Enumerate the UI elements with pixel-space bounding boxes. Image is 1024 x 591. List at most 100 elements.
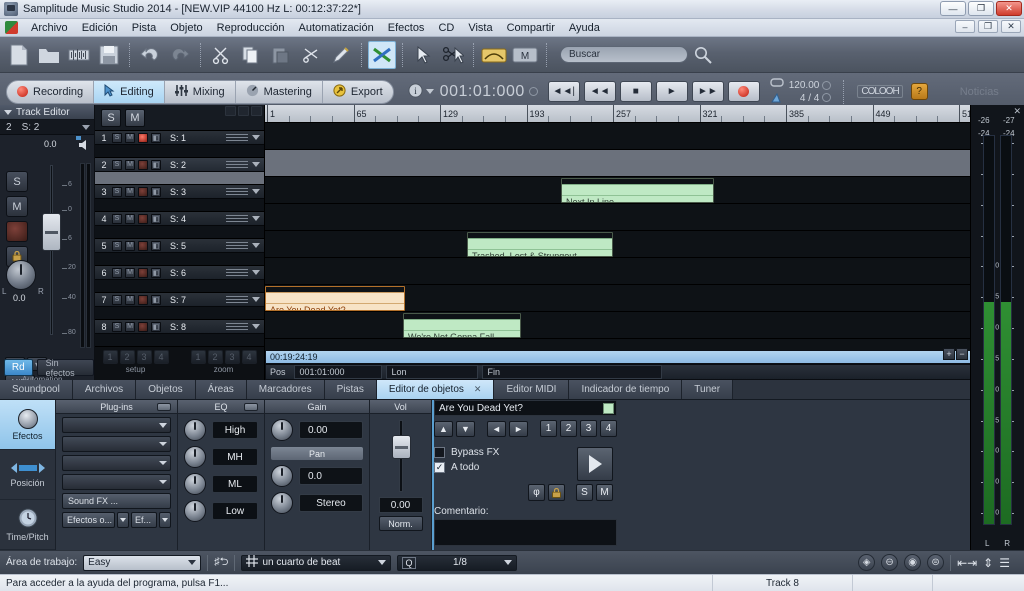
- tab-editor-de-objetos[interactable]: Editor de objetos ✕: [376, 380, 495, 399]
- sound-fx-button[interactable]: Sound FX ...: [62, 493, 171, 509]
- scissors-pointer-icon[interactable]: [439, 41, 467, 69]
- tab-marcadores[interactable]: Marcadores: [246, 380, 325, 399]
- track-volume-handle[interactable]: [226, 296, 248, 304]
- snap-icon[interactable]: ♯⮌: [214, 553, 228, 572]
- track-name[interactable]: S: 4: [170, 214, 186, 224]
- signature-stepper-icon[interactable]: [822, 93, 832, 102]
- menu-item-pista[interactable]: Pista: [125, 21, 163, 35]
- info-icon[interactable]: i: [408, 82, 423, 101]
- track-monitor-toggle[interactable]: ◧: [151, 213, 161, 224]
- track-solo-toggle[interactable]: S: [112, 321, 122, 332]
- mode-export[interactable]: Export: [323, 81, 393, 103]
- pan-knob[interactable]: [6, 260, 36, 290]
- track-monitor-toggle[interactable]: ◧: [151, 132, 161, 143]
- apply-all-checkbox[interactable]: ✓: [434, 462, 445, 473]
- vol-value[interactable]: 0.00: [378, 497, 423, 513]
- paste-icon[interactable]: [267, 41, 295, 69]
- transport-position[interactable]: 001:01:000: [440, 83, 525, 101]
- track-volume-handle[interactable]: [226, 134, 248, 142]
- copy-icon[interactable]: [237, 41, 265, 69]
- tab-soundpool[interactable]: Soundpool: [0, 380, 73, 399]
- track-volume-handle[interactable]: [226, 242, 248, 250]
- menu-item-automatizacion[interactable]: Automatización: [292, 21, 381, 35]
- object-slot-2[interactable]: 2: [560, 420, 577, 437]
- track-record-toggle[interactable]: [138, 267, 148, 278]
- sidebar-item-posicion[interactable]: Posición: [0, 450, 55, 500]
- track-mute-toggle[interactable]: M: [125, 294, 135, 305]
- track-volume-handle[interactable]: [226, 215, 248, 223]
- eq-mh-knob[interactable]: [184, 446, 206, 468]
- position-stepper-icon[interactable]: [528, 87, 538, 96]
- mode-recording[interactable]: Recording: [7, 80, 95, 103]
- track-record-toggle[interactable]: [138, 321, 148, 332]
- chevron-down-icon[interactable]: [252, 324, 260, 329]
- track-header-row[interactable]: 8 S M ◧ S: 8: [95, 320, 264, 347]
- mute-button[interactable]: M: [6, 196, 28, 217]
- track-record-toggle[interactable]: [138, 240, 148, 251]
- track-lane[interactable]: Next In Line: [265, 177, 1024, 204]
- news-label[interactable]: Noticias: [960, 86, 999, 98]
- plugin-slot-3[interactable]: [62, 455, 171, 471]
- mute-speaker-icon[interactable]: [78, 138, 90, 152]
- setup-button-4[interactable]: 4: [153, 349, 169, 364]
- timeline-ruler[interactable]: 165129193257321385449513: [265, 105, 1024, 123]
- open-folder-icon[interactable]: [35, 41, 63, 69]
- phase-icon[interactable]: φ: [528, 484, 545, 501]
- zoom-sel-icon[interactable]: ⊜: [927, 554, 945, 571]
- doc-minimize-button[interactable]: –: [955, 20, 975, 33]
- preset-combo-2[interactable]: Ef...: [131, 512, 157, 528]
- comment-field[interactable]: [434, 519, 617, 546]
- chevron-down-icon[interactable]: [4, 109, 12, 115]
- track-record-toggle[interactable]: [138, 132, 148, 143]
- stereo-knob[interactable]: [271, 492, 293, 514]
- track-name[interactable]: S: 6: [170, 268, 186, 278]
- gain-knob[interactable]: [271, 419, 293, 441]
- track-solo-toggle[interactable]: S: [112, 267, 122, 278]
- track-gain-value[interactable]: 0.0: [44, 139, 57, 149]
- track-lane[interactable]: [265, 258, 1024, 285]
- sidebar-item-efectos[interactable]: Efectos: [0, 400, 55, 450]
- solo-all-button[interactable]: S: [101, 108, 121, 127]
- eq-high-knob[interactable]: [184, 419, 206, 441]
- track-mute-toggle[interactable]: M: [125, 240, 135, 251]
- chevron-down-icon[interactable]: [425, 89, 434, 94]
- vol-fader-handle[interactable]: [391, 435, 411, 459]
- track-record-toggle[interactable]: [138, 213, 148, 224]
- plugin-slot-1[interactable]: [62, 417, 171, 433]
- undo-icon[interactable]: [136, 41, 164, 69]
- eq-power-switch[interactable]: [244, 402, 258, 411]
- record-button[interactable]: [727, 81, 760, 102]
- track-header-row[interactable]: 7 S M ◧ S: 7: [95, 293, 264, 320]
- tab-archivos[interactable]: Archivos: [72, 380, 137, 399]
- pan-value[interactable]: 0.0: [13, 293, 26, 303]
- menu-item-efectos[interactable]: Efectos: [381, 21, 432, 35]
- track-name[interactable]: S: 7: [170, 295, 186, 305]
- plugin-slot-4[interactable]: [62, 474, 171, 490]
- chevron-down-icon[interactable]: [82, 124, 90, 130]
- tab-pistas[interactable]: Pistas: [324, 380, 377, 399]
- track-mute-toggle[interactable]: M: [125, 159, 135, 170]
- menu-item-reproduccion[interactable]: Reproducción: [210, 21, 292, 35]
- zoom-button-1[interactable]: 1: [190, 349, 206, 364]
- new-document-icon[interactable]: [5, 41, 33, 69]
- track-solo-toggle[interactable]: S: [112, 213, 122, 224]
- menu-item-ayuda[interactable]: Ayuda: [562, 21, 607, 35]
- track-mute-toggle[interactable]: M: [125, 186, 135, 197]
- object-prev-left-button[interactable]: ◄: [487, 420, 506, 437]
- gain-value[interactable]: 0.00: [299, 421, 363, 439]
- object-slot-3[interactable]: 3: [580, 420, 597, 437]
- no-effects-label[interactable]: Sin efectos: [36, 358, 94, 378]
- track-record-toggle[interactable]: [138, 186, 148, 197]
- chevron-down-icon[interactable]: [252, 297, 260, 302]
- track-lane[interactable]: [265, 150, 1024, 177]
- crossfade-icon[interactable]: [368, 40, 396, 69]
- range-end-field[interactable]: Fin: [481, 365, 662, 379]
- audio-clip[interactable]: Are You Dead Yet?: [265, 286, 405, 311]
- maximize-button[interactable]: ❐: [968, 1, 994, 16]
- menu-item-compartir[interactable]: Compartir: [500, 21, 562, 35]
- project-overview-bar[interactable]: 00:19:24:19: [265, 350, 1024, 364]
- track-header-row[interactable]: 5 S M ◧ S: 5: [95, 239, 264, 266]
- track-solo-toggle[interactable]: S: [112, 159, 122, 170]
- setup-button-1[interactable]: 1: [102, 349, 118, 364]
- range-length-field[interactable]: Lon: [385, 365, 478, 379]
